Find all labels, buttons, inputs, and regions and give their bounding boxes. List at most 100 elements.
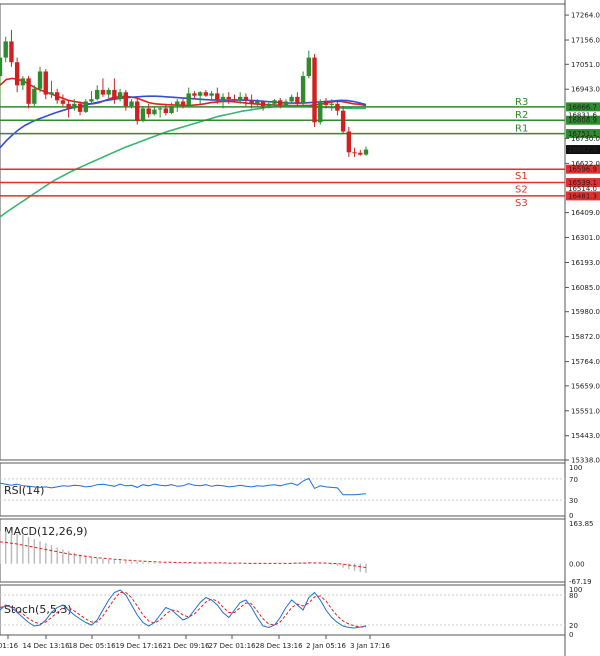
time-tick-label: 19 Dec 17:16 <box>115 642 163 650</box>
candle[interactable] <box>135 98 140 125</box>
candle-body <box>192 93 197 96</box>
candle-body <box>157 108 163 110</box>
candle-body <box>249 100 254 104</box>
candle-body <box>352 152 357 154</box>
candle[interactable] <box>318 99 323 125</box>
price-tick-label: 15443.0 <box>571 432 600 440</box>
candle-body <box>186 93 191 105</box>
candle-body <box>72 103 77 109</box>
main-panel-frame <box>0 3 566 461</box>
candle-body <box>9 41 14 63</box>
time-tick-label: 3 Jan 17:16 <box>350 642 390 650</box>
candle-body <box>3 41 8 58</box>
level-name-r1: R1 <box>515 124 528 135</box>
candle-body <box>117 92 123 100</box>
level-price-label: 16866.7 <box>568 103 597 111</box>
candle-body <box>175 101 180 107</box>
indicator-tick-label: 80 <box>569 592 578 600</box>
candle[interactable] <box>312 54 317 127</box>
level-name-s2: S2 <box>515 185 528 196</box>
candle-body <box>26 78 31 104</box>
candle-body <box>43 71 48 95</box>
candle-body <box>363 149 369 155</box>
candle-body <box>37 71 43 89</box>
candle-body <box>89 99 94 102</box>
candle-body <box>318 101 323 123</box>
price-tick-label: 16622.0 <box>571 160 600 168</box>
candle-body <box>203 92 209 96</box>
candle-body <box>260 101 266 107</box>
candle-body <box>60 100 66 104</box>
price-tick-label: 17051.0 <box>571 61 600 69</box>
indicator-tick-label: 163.85 <box>569 520 594 528</box>
overlap-price-label: 16514.0 <box>568 185 597 193</box>
time-tick-label: 27 Dec 01:16 <box>208 642 256 650</box>
price-tick-label: 16085.0 <box>571 284 600 292</box>
candle-body <box>358 152 363 155</box>
candle-body <box>329 103 334 105</box>
candle-body <box>169 106 174 114</box>
candle[interactable] <box>300 71 306 107</box>
candle-body <box>289 96 294 102</box>
candle[interactable] <box>140 106 146 123</box>
candle-body <box>340 110 346 132</box>
indicator-tick-label: 100 <box>569 464 582 472</box>
time-tick-label: 14 Dec 13:16 <box>22 642 70 650</box>
trading-chart[interactable]: R3 16866.7R2 16808.9R1 16751.1S116596.9S216… <box>0 0 600 656</box>
candle-body <box>295 96 300 104</box>
candle-body <box>312 57 317 123</box>
candle-body <box>49 92 54 95</box>
candle-body <box>129 101 134 107</box>
candle-body <box>123 92 129 107</box>
price-tick-label: 15980.0 <box>571 308 600 316</box>
candle-body <box>300 76 306 104</box>
stoch-panel-frame <box>0 584 566 636</box>
price-tick-label: 15659.0 <box>571 382 600 390</box>
candle-body <box>20 78 26 86</box>
time-tick-label: 01:16 <box>0 642 19 650</box>
candle[interactable] <box>26 76 31 109</box>
candle-body <box>152 109 157 115</box>
candle-body <box>112 89 117 100</box>
indicator-tick-label: 0.00 <box>569 561 585 569</box>
candle-body <box>346 131 352 153</box>
candle-body <box>266 103 271 107</box>
candle-body <box>197 92 203 96</box>
candle-body <box>95 89 100 100</box>
candle-body <box>0 57 3 77</box>
panel-frames <box>0 0 566 656</box>
candle-body <box>323 101 329 105</box>
price-tick-label: 16409.0 <box>571 209 600 217</box>
candle-body <box>237 96 243 101</box>
candle-body <box>32 88 37 104</box>
indicator-tick-label: 0 <box>569 631 573 639</box>
time-tick-label: 2 Jan 05:16 <box>306 642 346 650</box>
candle-body <box>100 89 106 95</box>
price-tick-label: 16943.0 <box>571 86 600 94</box>
price-tick-label: 15764.0 <box>571 358 600 366</box>
price-axis: 17264.0 17156.0 17051.0 16943.0 16730.0 16622… <box>565 12 600 465</box>
candle-body <box>66 103 71 109</box>
price-tick-label: 16730.0 <box>571 135 600 143</box>
price-tick-label: 15551.0 <box>571 407 600 415</box>
candle-body <box>140 108 146 122</box>
level-name-s1: S1 <box>515 171 528 182</box>
time-tick-label: 21 Dec 09:16 <box>162 642 210 650</box>
price-tick-label: 17156.0 <box>571 37 600 45</box>
indicator-tick-label: 20 <box>569 622 578 630</box>
overlap-price-label: 16831.6 <box>568 111 597 119</box>
candle-body <box>135 101 140 122</box>
price-tick-label: 17264.0 <box>571 12 600 20</box>
level-name-r3: R3 <box>515 97 528 108</box>
candle-body <box>14 62 20 86</box>
candle-body <box>272 100 277 104</box>
indicator-tick-label: -67.19 <box>569 578 592 586</box>
indicator-tick-label: 30 <box>569 497 578 505</box>
level-price-label: 16481.3 <box>568 192 597 200</box>
candle-body <box>306 57 312 77</box>
candle-body <box>243 96 249 101</box>
candle-body <box>180 101 186 105</box>
candle-body <box>77 103 83 112</box>
indicator-tick-label: 70 <box>569 476 578 484</box>
current-price-label: 16682.0 <box>568 146 597 154</box>
